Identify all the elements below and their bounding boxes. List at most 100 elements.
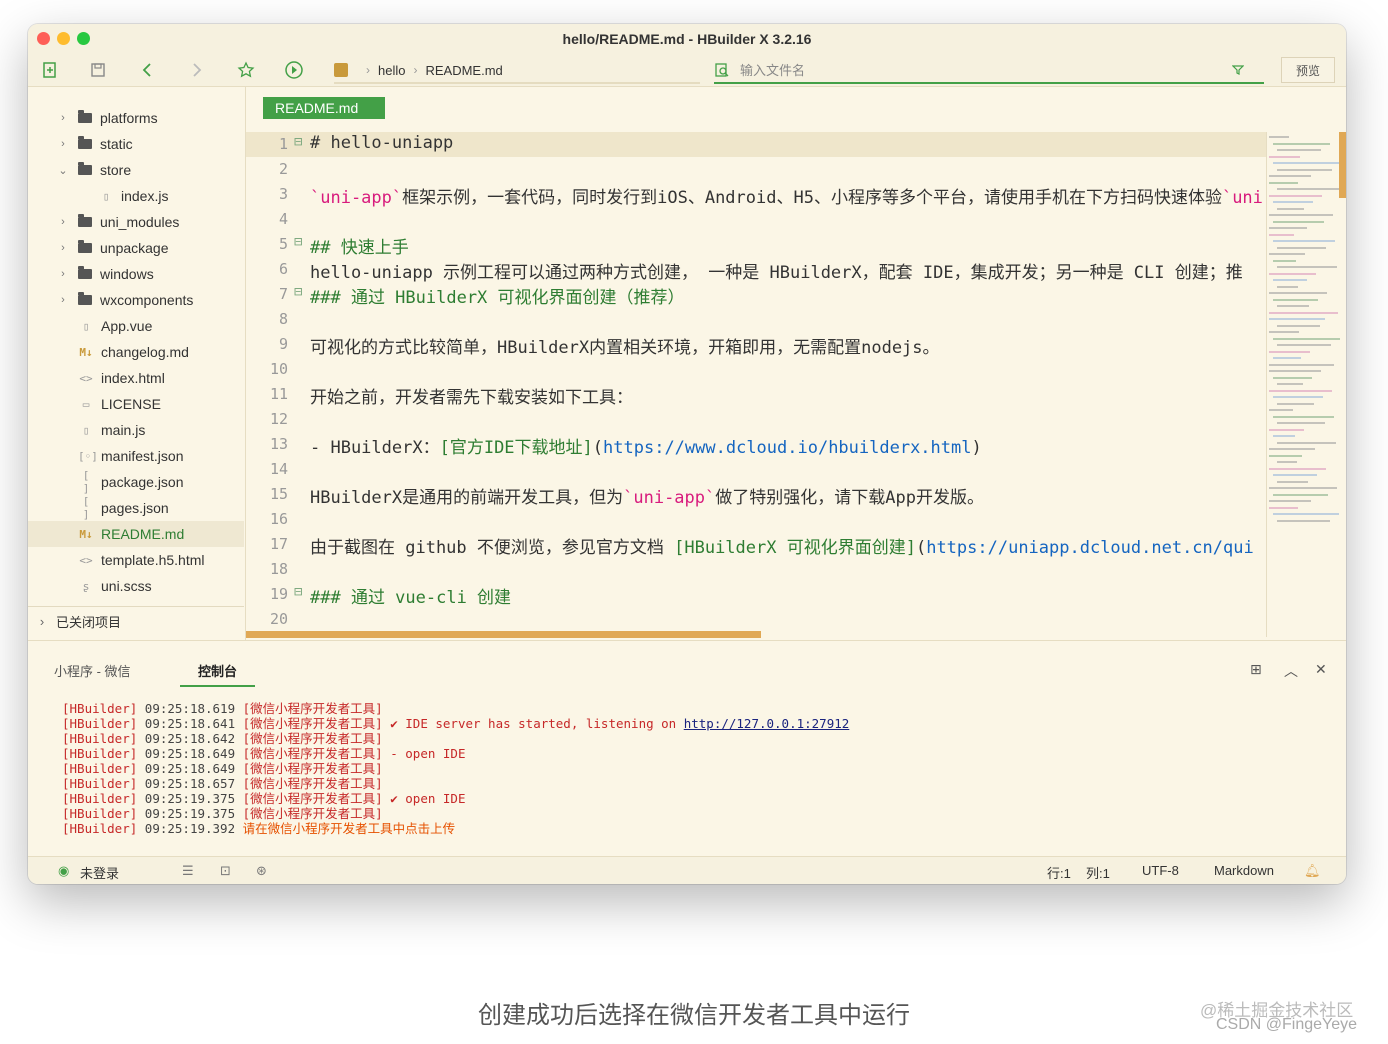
fold-icon[interactable]: ⊟ bbox=[294, 584, 302, 600]
code-line[interactable]: 20 bbox=[246, 607, 1266, 632]
log-time: 09:25:19.375 bbox=[144, 806, 243, 821]
terminal-icon[interactable]: ⊡ bbox=[220, 863, 231, 879]
code-line[interactable]: 6 hello-uniapp 示例工程可以通过两种方式创建， 一种是 HBuild… bbox=[246, 257, 1266, 283]
code-line[interactable]: 19 ⊟ ### 通过 vue-cli 创建 bbox=[246, 582, 1266, 608]
tree-item-template-h5-html[interactable]: <> template.h5.html bbox=[28, 547, 244, 573]
minimap-line bbox=[1273, 337, 1340, 340]
tab-readme[interactable]: README.md bbox=[263, 97, 385, 119]
editor[interactable]: README.md 1 ⊟ # hello-uniapp 2 3 `uni-app`框架示… bbox=[245, 87, 1346, 640]
tab-console[interactable]: 控制台 bbox=[180, 661, 256, 687]
back-button[interactable] bbox=[136, 58, 160, 82]
code-line[interactable]: 15 HBuilderX是通用的前端开发工具，但为`uni-app`做了特别强化，… bbox=[246, 482, 1266, 508]
tree-item-manifest-json[interactable]: [◦] manifest.json bbox=[28, 443, 244, 469]
chevron-right-icon[interactable]: › bbox=[56, 294, 70, 306]
preview-button[interactable]: 预览 bbox=[1281, 57, 1335, 83]
closed-projects[interactable]: › 已关闭项目 bbox=[28, 606, 244, 635]
code-line[interactable]: 11 开始之前，开发者需先下载安装如下工具： bbox=[246, 382, 1266, 408]
tree-item-changelog-md[interactable]: M↓ changelog.md bbox=[28, 339, 244, 365]
code-line[interactable]: 5 ⊟ ## 快速上手 bbox=[246, 232, 1266, 258]
code-token: 开始之前，开发者需先下载安装如下工具： bbox=[310, 388, 633, 408]
code-line[interactable]: 3 `uni-app`框架示例，一套代码，同时发行到iOS、Android、H5、… bbox=[246, 182, 1266, 208]
bell-icon[interactable]: 🔔︎ bbox=[1304, 863, 1321, 879]
tree-item-main-js[interactable]: ▯ main.js bbox=[28, 417, 244, 443]
encoding[interactable]: UTF-8 bbox=[1142, 863, 1179, 878]
code-line[interactable]: 14 bbox=[246, 457, 1266, 482]
new-terminal-icon[interactable]: ⊞ bbox=[1250, 661, 1262, 678]
favorite-button[interactable] bbox=[234, 58, 258, 82]
horizontal-scrollbar[interactable] bbox=[246, 631, 761, 638]
chevron-right-icon[interactable]: › bbox=[56, 138, 70, 150]
tree-item-store[interactable]: ⌄ store bbox=[28, 157, 244, 183]
minimap-line bbox=[1277, 480, 1308, 483]
tree-item-uni-modules[interactable]: › uni_modules bbox=[28, 209, 244, 235]
log-link[interactable]: http://127.0.0.1:27912 bbox=[684, 716, 850, 731]
tree-item-license[interactable]: ▭ LICENSE bbox=[28, 391, 244, 417]
breadcrumb-item-project[interactable]: hello bbox=[378, 63, 405, 78]
minimap-line bbox=[1269, 155, 1300, 158]
close-panel-icon[interactable]: ✕ bbox=[1315, 661, 1327, 678]
tree-item-index-js[interactable]: ▯ index.js bbox=[28, 183, 244, 209]
code-line[interactable]: 2 bbox=[246, 157, 1266, 182]
file-icon: ʂ bbox=[82, 579, 90, 593]
save-button[interactable] bbox=[86, 58, 110, 82]
chevron-up-icon[interactable]: ︿ bbox=[1284, 661, 1298, 681]
minimap-line bbox=[1269, 487, 1337, 489]
log-message: - open IDE bbox=[390, 746, 466, 761]
folder-icon bbox=[78, 240, 92, 253]
minimap-line bbox=[1277, 324, 1320, 327]
code-line[interactable]: 4 bbox=[246, 207, 1266, 232]
fold-icon[interactable]: ⊟ bbox=[294, 284, 302, 300]
language-mode[interactable]: Markdown bbox=[1214, 863, 1274, 878]
tree-item-static[interactable]: › static bbox=[28, 131, 244, 157]
code-line[interactable]: 18 bbox=[246, 557, 1266, 582]
code-line[interactable]: 8 bbox=[246, 307, 1266, 332]
forward-button[interactable] bbox=[184, 58, 208, 82]
tree-item-uni-scss[interactable]: ʂ uni.scss bbox=[28, 573, 244, 599]
file-search-box bbox=[714, 58, 1264, 84]
tree-item-package-json[interactable]: [ ] package.json bbox=[28, 469, 244, 495]
vertical-scrollbar[interactable] bbox=[1339, 132, 1346, 198]
code-line[interactable]: 9 可视化的方式比较简单，HBuilderX内置相关环境，开箱即用，无需配置nod… bbox=[246, 332, 1266, 358]
plugin-icon[interactable]: ⊛ bbox=[256, 863, 267, 879]
minimap[interactable] bbox=[1266, 132, 1346, 637]
chevron-right-icon[interactable]: › bbox=[56, 216, 70, 228]
tree-item-wxcomponents[interactable]: › wxcomponents bbox=[28, 287, 244, 313]
filter-icon[interactable] bbox=[1232, 64, 1244, 76]
breadcrumb-item-file[interactable]: README.md bbox=[425, 63, 502, 78]
code-line[interactable]: 12 bbox=[246, 407, 1266, 432]
code-token: ## 快速上手 bbox=[310, 238, 409, 258]
login-status[interactable]: 未登录 bbox=[80, 863, 119, 882]
outline-icon[interactable]: ☰ bbox=[182, 863, 194, 879]
chevron-right-icon[interactable]: › bbox=[56, 242, 70, 254]
run-button[interactable] bbox=[282, 58, 306, 82]
fold-icon[interactable]: ⊟ bbox=[294, 134, 302, 150]
code-line[interactable]: 10 bbox=[246, 357, 1266, 382]
tree-item-app-vue[interactable]: ▯ App.vue bbox=[28, 313, 244, 339]
tree-item-label: index.html bbox=[101, 370, 165, 386]
tree-item-index-html[interactable]: <> index.html bbox=[28, 365, 244, 391]
code-token: hello-uniapp 示例工程可以通过两种方式创建， 一种是 HBuilde… bbox=[310, 263, 1243, 283]
tree-item-label: App.vue bbox=[101, 318, 153, 334]
code-line[interactable]: 16 bbox=[246, 507, 1266, 532]
code-area[interactable]: 1 ⊟ # hello-uniapp 2 3 `uni-app`框架示例，一套代码，同时发… bbox=[246, 132, 1266, 632]
code-line[interactable]: 13 - HBuilderX：[官方IDE下载地址](https://www.dc… bbox=[246, 432, 1266, 458]
tree-item-unpackage[interactable]: › unpackage bbox=[28, 235, 244, 261]
log-tag: [HBuilder] bbox=[62, 746, 145, 761]
tree-item-pages-json[interactable]: [ ] pages.json bbox=[28, 495, 244, 521]
file-search-input[interactable] bbox=[738, 61, 1232, 79]
minimap-line bbox=[1269, 253, 1305, 255]
tree-item-windows[interactable]: › windows bbox=[28, 261, 244, 287]
fold-icon[interactable]: ⊟ bbox=[294, 234, 302, 250]
tree-item-readme-md[interactable]: M↓ README.md bbox=[28, 521, 244, 547]
minimap-line bbox=[1273, 201, 1313, 203]
code-token: ( bbox=[915, 538, 927, 558]
code-line[interactable]: 1 ⊟ # hello-uniapp bbox=[246, 132, 1266, 157]
chevron-right-icon[interactable]: › bbox=[56, 268, 70, 280]
chevron-down-icon[interactable]: ⌄ bbox=[56, 164, 70, 177]
new-file-button[interactable] bbox=[38, 58, 62, 82]
tree-item-platforms[interactable]: › platforms bbox=[28, 105, 244, 131]
tab-wechat-miniprogram[interactable]: 小程序 - 微信 bbox=[54, 661, 131, 680]
chevron-right-icon[interactable]: › bbox=[56, 112, 70, 124]
code-line[interactable]: 7 ⊟ ### 通过 HBuilderX 可视化界面创建（推荐） bbox=[246, 282, 1266, 308]
code-line[interactable]: 17 由于截图在 github 不便浏览，参见官方文档 [HBuilderX 可视… bbox=[246, 532, 1266, 558]
